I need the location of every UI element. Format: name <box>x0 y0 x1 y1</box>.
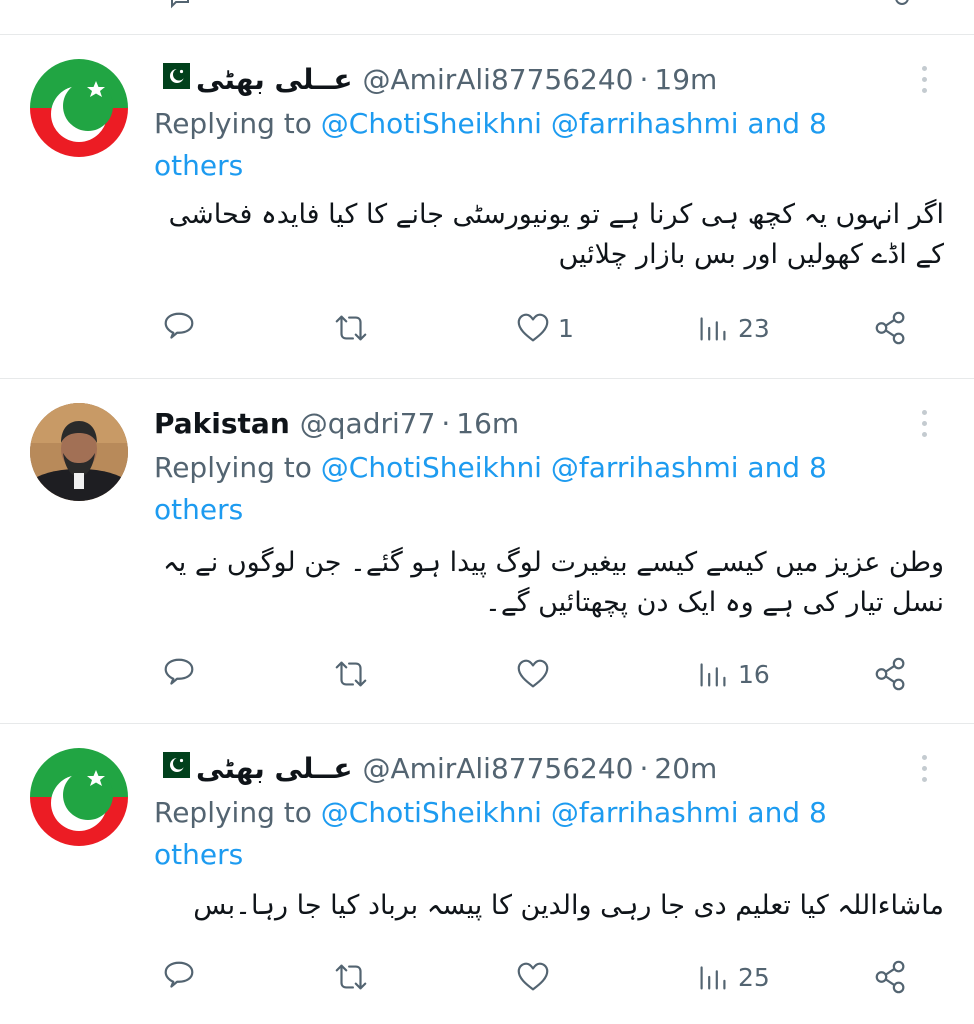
share-icon <box>875 960 905 994</box>
pti-flag-avatar <box>30 59 128 157</box>
previous-tweet-edge <box>0 0 974 35</box>
mention-link[interactable]: @farrihashmi <box>551 796 739 829</box>
views-button[interactable]: 25 <box>694 954 770 1000</box>
views-icon <box>700 663 726 687</box>
tweet-header: عــلی بھٹی @AmirAli87756240 · 19m <box>154 59 717 99</box>
heart-icon <box>517 962 549 991</box>
display-name[interactable]: عــلی بھٹی <box>196 63 353 96</box>
share-button[interactable] <box>872 954 910 1000</box>
views-icon <box>700 317 726 341</box>
timestamp[interactable]: 20m <box>654 752 717 785</box>
share-icon <box>875 311 905 345</box>
mention-link[interactable]: @farrihashmi <box>551 107 739 140</box>
replying-to: Replying to @ChotiSheikhni @farrihashmi … <box>154 792 914 876</box>
view-count: 16 <box>738 659 770 689</box>
display-name[interactable]: عــلی بھٹی <box>196 752 353 785</box>
heart-icon <box>517 313 549 342</box>
tweet[interactable]: عــلی بھٹی @AmirAli87756240 · 19m Replyi… <box>0 35 974 379</box>
pti-flag-avatar <box>30 748 128 846</box>
mention-link[interactable]: @farrihashmi <box>551 451 739 484</box>
more-icon[interactable] <box>912 748 936 788</box>
action-bar: 25 <box>0 954 974 1000</box>
reply-button[interactable] <box>160 305 198 351</box>
retweet-icon <box>335 964 367 990</box>
share-icon <box>875 657 905 691</box>
user-handle[interactable]: @qadri77 <box>300 407 436 440</box>
avatar[interactable] <box>30 403 128 501</box>
retweet-button[interactable] <box>332 305 370 351</box>
like-button[interactable] <box>514 954 558 1000</box>
share-button[interactable] <box>872 305 910 351</box>
share-icon-partial[interactable] <box>890 0 914 10</box>
display-name[interactable]: Pakistan <box>154 407 290 440</box>
separator-dot: · <box>639 62 649 96</box>
like-count: 1 <box>558 313 574 343</box>
retweet-button[interactable] <box>332 651 370 697</box>
mention-link[interactable]: @ChotiSheikhni <box>321 107 542 140</box>
like-button[interactable] <box>514 651 558 697</box>
avatar[interactable] <box>30 748 128 846</box>
tweet-header: عــلی بھٹی @AmirAli87756240 · 20m <box>154 748 717 788</box>
reply-button[interactable] <box>160 954 198 1000</box>
tweet-text: ماشاءاللہ کیا تعلیم دی جا رہی والدین کا … <box>193 890 944 921</box>
action-bar: 16 <box>0 651 974 697</box>
user-photo <box>30 403 128 501</box>
retweet-button[interactable] <box>332 954 370 1000</box>
timestamp[interactable]: 16m <box>456 407 519 440</box>
reply-icon <box>164 658 194 685</box>
views-button[interactable]: 23 <box>694 305 770 351</box>
mention-link[interactable]: @ChotiSheikhni <box>321 796 542 829</box>
replying-prefix: Replying to <box>154 796 321 829</box>
views-button[interactable]: 16 <box>694 651 770 697</box>
tweet[interactable]: عــلی بھٹی @AmirAli87756240 · 20m Replyi… <box>0 724 974 1024</box>
heart-icon <box>517 659 549 688</box>
replying-to: Replying to @ChotiSheikhni @farrihashmi … <box>154 447 914 531</box>
view-count: 23 <box>738 313 770 343</box>
replying-prefix: Replying to <box>154 107 321 140</box>
timestamp[interactable]: 19m <box>654 63 717 96</box>
pakistan-flag-icon <box>154 751 190 785</box>
avatar[interactable] <box>30 59 128 157</box>
retweet-icon <box>335 661 367 687</box>
tweet-text: اگر انہوں یہ کچھ ہی کرنا ہے تو یونیورسٹی… <box>168 199 944 270</box>
more-icon[interactable] <box>912 59 936 99</box>
like-button[interactable]: 1 <box>514 305 574 351</box>
tweet[interactable]: Pakistan @qadri77 · 16m Replying to @Cho… <box>0 379 974 724</box>
separator-dot: · <box>639 751 649 785</box>
reply-icon-partial[interactable] <box>168 0 192 10</box>
share-button[interactable] <box>872 651 910 697</box>
view-count: 25 <box>738 962 770 992</box>
separator-dot: · <box>441 406 451 440</box>
reply-button[interactable] <box>160 651 198 697</box>
reply-icon <box>164 961 194 988</box>
more-icon[interactable] <box>912 403 936 443</box>
tweet-text: وطن عزیز میں کیسے کیسے بیغیرت لوگ پیدا ہ… <box>162 547 944 618</box>
pakistan-flag-icon <box>154 62 190 96</box>
action-bar: 1 23 <box>0 305 974 351</box>
replying-to: Replying to @ChotiSheikhni @farrihashmi … <box>154 103 914 187</box>
views-icon <box>700 966 726 990</box>
retweet-icon <box>335 315 367 341</box>
user-handle[interactable]: @AmirAli87756240 <box>363 752 634 785</box>
tweet-header: Pakistan @qadri77 · 16m <box>154 403 519 443</box>
reply-icon <box>164 312 194 339</box>
replying-prefix: Replying to <box>154 451 321 484</box>
mention-link[interactable]: @ChotiSheikhni <box>321 451 542 484</box>
user-handle[interactable]: @AmirAli87756240 <box>363 63 634 96</box>
